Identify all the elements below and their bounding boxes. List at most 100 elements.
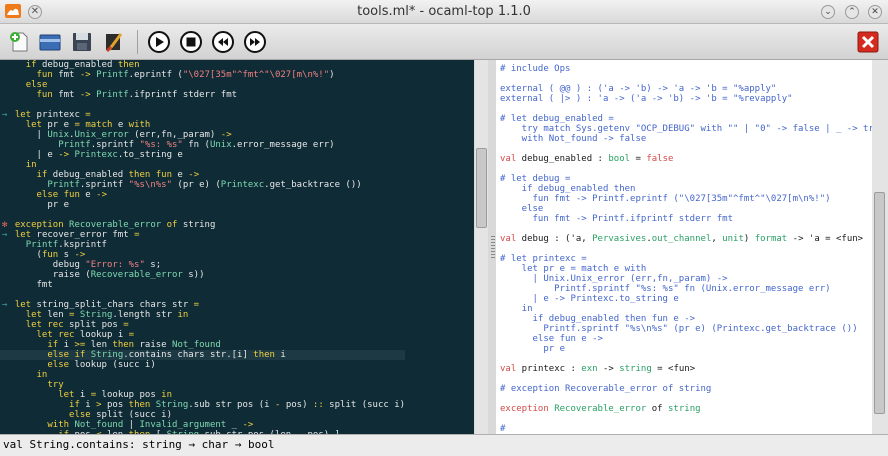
code-line[interactable]: raise (Recoverable_error s)) <box>0 270 405 280</box>
close-icon[interactable]: ✕ <box>868 5 882 19</box>
code-line[interactable]: | e -> Printexc.to_string e <box>0 150 405 160</box>
code-line[interactable]: # include Ops <box>500 64 872 74</box>
code-line[interactable]: external ( |> ) : 'a -> ('a -> 'b) -> 'b… <box>500 94 872 104</box>
splitter-grip-icon[interactable] <box>491 236 495 260</box>
eval-next-button[interactable] <box>243 30 267 54</box>
code-line[interactable] <box>500 374 872 384</box>
code-line[interactable]: pr e <box>0 200 405 210</box>
code-token: let <box>14 230 32 240</box>
execute-button[interactable] <box>147 30 171 54</box>
code-line[interactable]: # exception Recoverable_error of string <box>500 384 872 394</box>
code-line[interactable] <box>500 224 872 234</box>
code-line[interactable]: else fun e -> <box>500 334 872 344</box>
toplevel-lines[interactable]: # include Ops external ( @@ ) : ('a -> 'b… <box>500 64 872 434</box>
code-line[interactable]: try <box>0 380 405 390</box>
code-line[interactable]: if debug_enabled then <box>500 184 872 194</box>
code-line[interactable] <box>0 290 405 300</box>
stop-button[interactable] <box>179 30 203 54</box>
code-line[interactable]: in <box>500 304 872 314</box>
code-line[interactable]: → let string_split_chars chars str = <box>0 300 405 310</box>
save-file-button[interactable] <box>70 30 94 54</box>
code-line[interactable]: val printexc : exn -> string = <fun> <box>500 364 872 374</box>
reindent-button[interactable] <box>102 30 126 54</box>
code-token: with <box>47 420 70 430</box>
quit-button[interactable] <box>856 30 880 54</box>
code-line[interactable]: let i = lookup pos in <box>0 390 405 400</box>
code-line[interactable]: (fun s -> <box>0 250 405 260</box>
code-token: Printexc <box>74 150 118 160</box>
code-line[interactable] <box>0 210 405 220</box>
code-line[interactable]: in <box>0 370 405 380</box>
code-line[interactable]: ✻ exception Recoverable_error of string <box>0 220 405 230</box>
code-line[interactable]: let rec split pos = <box>0 320 405 330</box>
code-line[interactable]: Printf.sprintf "%s: %s" fn (Unix.error_m… <box>0 140 405 150</box>
code-line[interactable]: | Unix.Unix_error (err,fn,_param) -> <box>500 274 872 284</box>
toplevel-scrollbar-thumb[interactable] <box>874 192 885 414</box>
code-line[interactable]: Printf.sprintf "%s: %s" fn (Unix.error_m… <box>500 284 872 294</box>
eval-prev-button[interactable] <box>211 30 235 54</box>
code-line[interactable]: external ( @@ ) : ('a -> 'b) -> 'a -> 'b… <box>500 84 872 94</box>
code-line[interactable]: fmt <box>0 280 405 290</box>
code-line[interactable]: fun fmt -> Printf.ifprintf stderr fmt <box>0 90 405 100</box>
code-line[interactable]: fun fmt -> Printf.eprintf ("\027[35m"^fm… <box>500 194 872 204</box>
new-file-button[interactable] <box>8 30 32 54</box>
code-line[interactable]: fun fmt -> Printf.ifprintf stderr fmt <box>500 214 872 224</box>
code-line[interactable]: # let debug = <box>500 174 872 184</box>
code-line[interactable] <box>500 244 872 254</box>
code-line[interactable]: if debug_enabled then <box>0 60 405 70</box>
code-line[interactable]: pr e <box>500 344 872 354</box>
maximize-icon[interactable]: ⌃ <box>845 5 859 19</box>
toplevel-output[interactable]: # include Ops external ( @@ ) : ('a -> 'b… <box>496 60 872 434</box>
code-line[interactable]: fun fmt -> Printf.eprintf ("\027[35m"^fm… <box>0 70 405 80</box>
code-line[interactable]: else <box>0 80 405 90</box>
code-line[interactable]: # let debug_enabled = <box>500 114 872 124</box>
code-line[interactable]: if i >= len then raise Not_found <box>0 340 405 350</box>
code-token: false <box>646 154 674 164</box>
minimize-icon[interactable]: ⌄ <box>821 5 835 19</box>
code-line[interactable]: try match Sys.getenv "OCP_DEBUG" with ""… <box>500 124 872 134</box>
code-line[interactable]: else if String.contains chars str.[i] th… <box>0 350 406 360</box>
code-line[interactable]: val debug_enabled : bool = false <box>500 154 872 164</box>
code-line[interactable]: # <box>500 424 872 434</box>
code-line[interactable]: let pr e = match e with <box>0 120 405 130</box>
code-line[interactable]: else fun e -> <box>0 190 405 200</box>
code-line[interactable]: if i > pos then String.sub str pos (i - … <box>0 400 405 410</box>
code-line[interactable]: let pr e = match e with <box>500 264 872 274</box>
code-line[interactable]: Printf.ksprintf <box>0 240 405 250</box>
editor-code-lines[interactable]: if debug_enabled then fun fmt -> Printf.… <box>0 60 406 434</box>
code-editor[interactable]: if debug_enabled then fun fmt -> Printf.… <box>0 60 474 434</box>
code-line[interactable]: Printf.sprintf "%s\n%s" (pr e) (Printexc… <box>500 324 872 334</box>
code-line[interactable]: else <box>500 204 872 214</box>
code-line[interactable]: | e -> Printexc.to_string e <box>500 294 872 304</box>
open-file-button[interactable] <box>38 30 62 54</box>
code-line[interactable]: → let printexc = <box>0 110 405 120</box>
code-line[interactable] <box>500 354 872 364</box>
code-line[interactable]: Printf.sprintf "%s\n%s" (pr e) (Printexc… <box>0 180 405 190</box>
code-line[interactable]: let rec lookup i = <box>0 330 405 340</box>
code-line[interactable]: debug "Error: %s" s; <box>0 260 405 270</box>
code-line[interactable] <box>500 164 872 174</box>
code-line[interactable]: with Not_found -> false <box>500 134 872 144</box>
code-line[interactable]: # let printexc = <box>500 254 872 264</box>
code-line[interactable] <box>0 100 405 110</box>
code-line[interactable] <box>500 74 872 84</box>
code-line[interactable]: → let recover_error fmt = <box>0 230 405 240</box>
code-line[interactable]: else split (succ i) <box>0 410 405 420</box>
code-line[interactable]: if debug_enabled then fun e -> <box>500 314 872 324</box>
code-line[interactable]: in <box>0 160 405 170</box>
code-line[interactable]: val debug : ('a, Pervasives.out_channel,… <box>500 234 872 244</box>
code-line[interactable] <box>500 144 872 154</box>
code-line[interactable]: if debug_enabled then fun e -> <box>0 170 405 180</box>
editor-scrollbar-thumb[interactable] <box>476 148 487 228</box>
editor-scrollbar[interactable] <box>475 60 488 434</box>
code-line[interactable]: | Unix.Unix_error (err,fn,_param) -> <box>0 130 405 140</box>
code-token: Unix <box>209 140 232 150</box>
code-token: lookup pos <box>96 390 162 400</box>
code-line[interactable]: with Not_found | Invalid_argument _ -> <box>0 420 405 430</box>
code-line[interactable]: else lookup (succ i) <box>0 360 405 370</box>
code-line[interactable] <box>500 104 872 114</box>
code-token: let <box>14 110 32 120</box>
code-line[interactable]: let len = String.length str in <box>0 310 405 320</box>
